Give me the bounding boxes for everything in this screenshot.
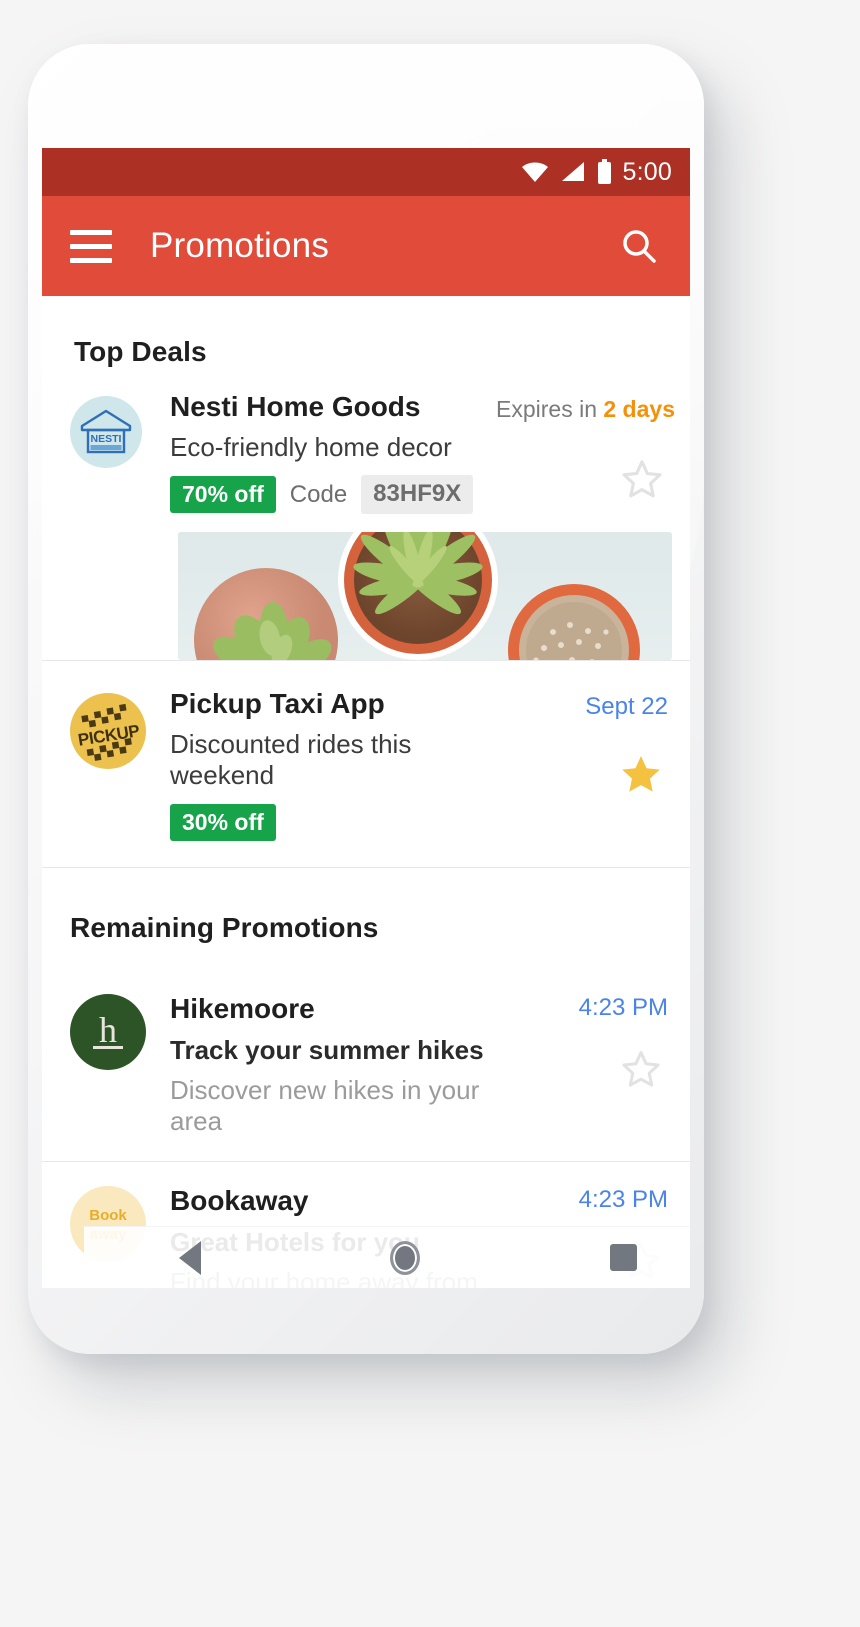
nesti-sign-icon: NESTI	[80, 409, 132, 454]
hamburger-menu-icon[interactable]	[70, 229, 112, 263]
promo-headline: Track your summer hikes	[170, 1034, 484, 1065]
promo-meta: 4:23 PM	[518, 992, 668, 1137]
promo-code-chip[interactable]: 83HF9X	[361, 475, 474, 515]
deal-brand: Pickup Taxi App	[170, 688, 385, 720]
deal-brand: Nesti Home Goods	[170, 391, 421, 422]
deal-row-nesti[interactable]: NESTI Nesti Home Goods Eco-friendly home…	[42, 390, 690, 661]
favorite-toggle[interactable]	[518, 1048, 668, 1090]
succulent-photo	[178, 532, 672, 661]
promo-time: 4:23 PM	[578, 994, 668, 1022]
deal-subtitle: Eco-friendly home decor	[170, 432, 452, 463]
wifi-icon	[521, 162, 548, 182]
hikemoore-avatar: h	[70, 994, 146, 1071]
app-bar: Promotions	[42, 196, 690, 296]
deal-body: Nesti Home Goods Eco-friendly home decor…	[162, 390, 672, 661]
status-bar: 5:00	[42, 148, 690, 196]
section-header-remaining: Remaining Promotions	[70, 912, 379, 944]
hamburger-line	[70, 243, 112, 249]
svg-text:h: h	[99, 1010, 117, 1050]
home-nav-icon[interactable]	[390, 1240, 421, 1275]
avatar-column: h	[70, 992, 162, 1137]
deal-expiry: Expires in 2 days	[496, 396, 675, 423]
promo-row-hikemoore[interactable]: h Hikemoore Track your summer hikes Disc…	[42, 970, 690, 1161]
avatar-column: NESTI	[70, 390, 162, 660]
battery-icon	[597, 159, 611, 184]
hamburger-line	[70, 229, 112, 235]
recents-nav-icon[interactable]	[610, 1244, 638, 1271]
expiry-prefix: Expires in	[496, 396, 597, 422]
screenshot-stage: 5:00 Promotions Top Deals NESTI Nesti Ho…	[0, 0, 860, 1627]
star-outline-icon	[622, 1051, 660, 1087]
expiry-value: 2 days	[603, 396, 675, 422]
deal-hero-image[interactable]	[178, 532, 672, 661]
discount-badge: 30% off	[170, 803, 276, 842]
signal-icon	[561, 162, 584, 181]
deal-badges: 30% off	[170, 803, 496, 842]
favorite-toggle[interactable]	[496, 751, 668, 797]
svg-text:PICKUP: PICKUP	[77, 721, 141, 749]
hamburger-line	[70, 257, 112, 263]
nesti-logo-avatar: NESTI	[70, 396, 142, 468]
promotions-list: Top Deals NESTI Nesti Home Goods Eco-fri…	[42, 296, 690, 1288]
discount-badge: 70% off	[170, 476, 276, 514]
android-navigation-bar	[84, 1226, 690, 1288]
promo-snippet: Discover new hikes in your area	[170, 1074, 480, 1137]
star-filled-icon	[622, 756, 660, 792]
promo-brand: Bookaway	[170, 1185, 309, 1217]
deal-date: Sept 22	[585, 693, 668, 721]
svg-text:NESTI: NESTI	[91, 433, 122, 445]
pickup-logo-avatar: PICKUP	[70, 693, 146, 770]
letter-h-icon: h	[93, 1010, 123, 1050]
star-outline-icon	[622, 460, 662, 498]
deal-row-pickup[interactable]: PICKUP Pickup Taxi App Discounted rides …	[42, 661, 690, 867]
page-title: Promotions	[150, 226, 330, 265]
code-label: Code	[289, 480, 348, 508]
deal-body: Pickup Taxi App Discounted rides this we…	[162, 687, 496, 842]
back-nav-icon[interactable]	[178, 1240, 201, 1275]
phone-screen: 5:00 Promotions Top Deals NESTI Nesti Ho…	[42, 148, 690, 1288]
favorite-toggle[interactable]	[496, 457, 668, 501]
deal-subtitle: Discounted rides this weekend	[170, 729, 412, 791]
status-time: 5:00	[622, 157, 672, 186]
promo-time: 4:23 PM	[578, 1186, 668, 1214]
section-header-top-deals: Top Deals	[74, 336, 207, 367]
promo-body: Hikemoore Track your summer hikes Discov…	[162, 992, 518, 1137]
promo-brand: Hikemoore	[170, 993, 315, 1025]
pickup-taxi-icon: PICKUP	[77, 704, 141, 762]
search-icon[interactable]	[616, 223, 662, 269]
deal-meta: Sept 22	[496, 687, 668, 841]
deal-badges: 70% off Code 83HF9X	[170, 475, 496, 515]
avatar-column: PICKUP	[70, 687, 162, 841]
svg-text:Book: Book	[89, 1207, 127, 1224]
